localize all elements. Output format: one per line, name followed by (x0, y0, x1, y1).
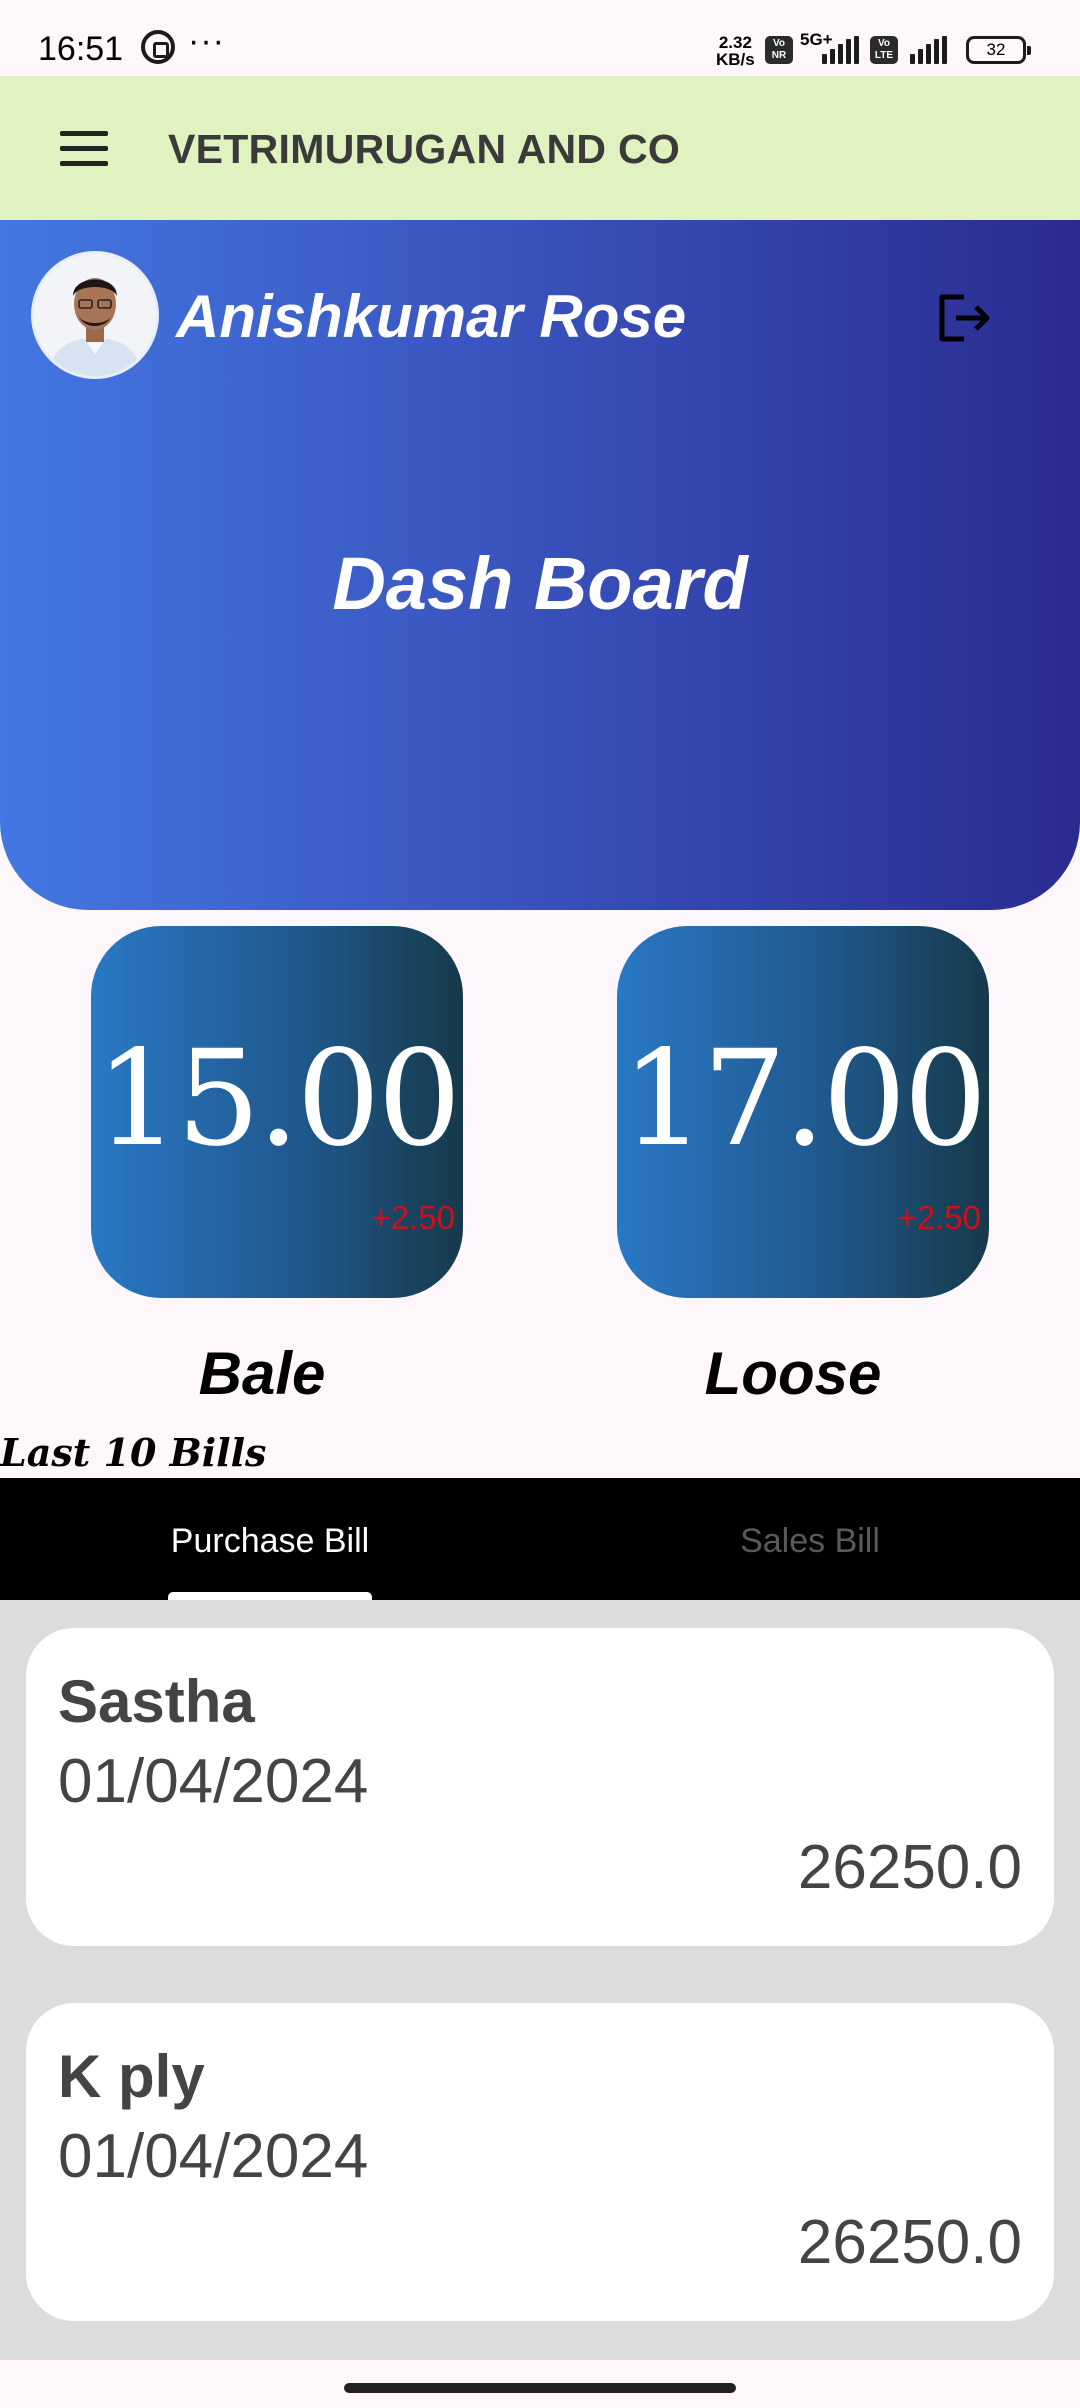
status-time: 16:51 (38, 30, 124, 68)
loose-card[interactable]: 17.00 +2.50 (617, 926, 989, 1298)
loose-delta: +2.50 (897, 1199, 982, 1236)
volte-icon: Vo LTE (870, 36, 898, 64)
signal-icon-1 (822, 36, 862, 64)
bill-party-name: Sastha (58, 1668, 255, 1735)
tab-indicator (168, 1592, 372, 1600)
bill-amount: 26250.0 (797, 1833, 1022, 1902)
vonr-icon: Vo NR (765, 36, 793, 64)
avatar-image (34, 254, 156, 376)
section-title: Last 10 Bills (0, 1430, 267, 1475)
tab-purchase-bill[interactable]: Purchase Bill (0, 1516, 540, 1566)
bill-amount: 26250.0 (797, 2208, 1022, 2277)
loose-value: 17.00 (621, 1022, 988, 1176)
bill-date: 01/04/2024 (58, 1747, 369, 1816)
home-gesture-bar[interactable] (344, 2383, 736, 2393)
bale-value: 15.00 (95, 1022, 462, 1176)
tab-sales-bill[interactable]: Sales Bill (540, 1516, 1080, 1566)
app-title: VETRIMURUGAN AND CO (168, 126, 681, 172)
dashboard-title: Dash Board (332, 542, 748, 625)
bill-party-name: K ply (58, 2043, 205, 2110)
logout-icon[interactable] (934, 289, 992, 347)
network-speed: 2.32 KB/s (716, 34, 755, 68)
loose-label: Loose (704, 1340, 882, 1407)
bill-date: 01/04/2024 (58, 2122, 369, 2191)
list-item[interactable]: Sastha 01/04/2024 26250.0 (26, 1628, 1054, 1946)
user-name: Anishkumar Rose (176, 283, 687, 350)
battery-icon: 32 (966, 36, 1031, 64)
bale-label: Bale (198, 1340, 326, 1407)
list-item[interactable]: K ply 01/04/2024 26250.0 (26, 2003, 1054, 2321)
avatar[interactable] (31, 251, 159, 379)
bale-delta: +2.50 (371, 1199, 456, 1236)
bale-card[interactable]: 15.00 +2.50 (91, 926, 463, 1298)
more-notifications-icon: ··· (188, 22, 225, 60)
battery-level: 32 (986, 40, 1006, 59)
network-speed-text: 2.32 KB/s (716, 33, 755, 69)
whatsapp-icon (141, 30, 175, 64)
menu-icon[interactable] (60, 131, 108, 167)
signal-icon-2 (910, 36, 950, 64)
